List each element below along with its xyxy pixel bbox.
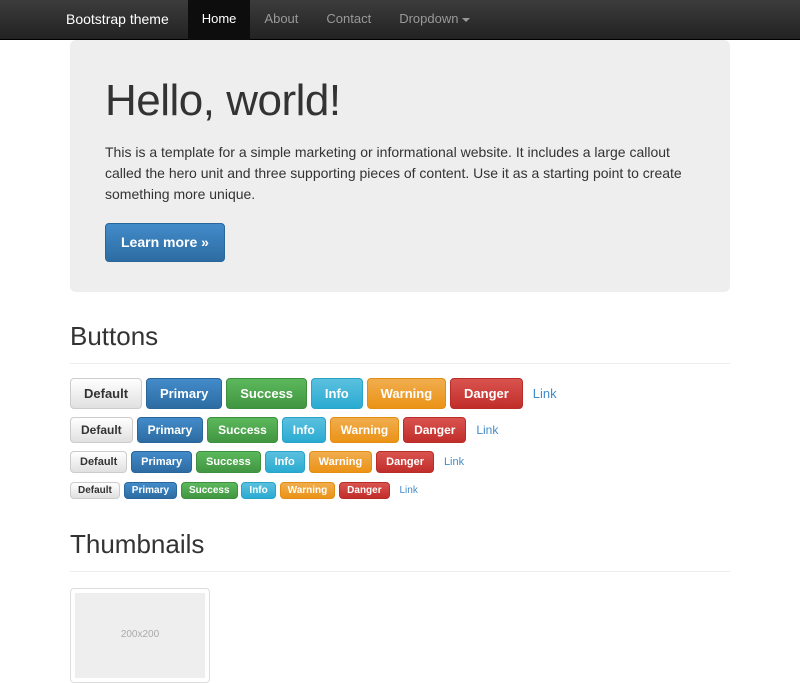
jumbotron: Hello, world! This is a template for a s…	[70, 40, 730, 292]
button-row-xs: Default Primary Success Info Warning Dan…	[70, 481, 730, 501]
buttons-heading: Buttons	[70, 318, 730, 354]
navbar-brand[interactable]: Bootstrap theme	[66, 10, 184, 30]
thumbnail[interactable]: 200x200	[70, 588, 210, 683]
buttons-header: Buttons	[70, 318, 730, 363]
btn-success-lg[interactable]: Success	[226, 378, 307, 409]
btn-success-md[interactable]: Success	[207, 417, 278, 443]
btn-link-xs[interactable]: Link	[394, 483, 425, 498]
navbar: Bootstrap theme Home About Contact Dropd…	[0, 0, 800, 40]
thumbnails-heading: Thumbnails	[70, 526, 730, 562]
btn-success-sm[interactable]: Success	[196, 451, 261, 473]
btn-warning-md[interactable]: Warning	[330, 417, 400, 443]
btn-default-sm[interactable]: Default	[70, 451, 127, 473]
nav-dropdown[interactable]: Dropdown	[385, 0, 484, 40]
caret-down-icon	[462, 18, 470, 22]
btn-primary-md[interactable]: Primary	[137, 417, 204, 443]
btn-info-lg[interactable]: Info	[311, 378, 363, 409]
btn-info-sm[interactable]: Info	[265, 451, 305, 473]
btn-warning-lg[interactable]: Warning	[367, 378, 447, 409]
nav-home[interactable]: Home	[188, 0, 251, 40]
btn-link-sm[interactable]: Link	[438, 452, 473, 472]
btn-danger-xs[interactable]: Danger	[339, 482, 389, 499]
btn-default-md[interactable]: Default	[70, 417, 133, 443]
nav-contact[interactable]: Contact	[312, 0, 385, 40]
jumbotron-text: This is a template for a simple marketin…	[105, 142, 695, 205]
btn-link-lg[interactable]: Link	[527, 379, 570, 408]
btn-success-xs[interactable]: Success	[181, 482, 238, 499]
thumbnails-header: Thumbnails	[70, 526, 730, 571]
btn-default-xs[interactable]: Default	[70, 482, 120, 499]
button-row-lg: Default Primary Success Info Warning Dan…	[70, 378, 730, 409]
btn-info-md[interactable]: Info	[282, 417, 326, 443]
btn-primary-xs[interactable]: Primary	[124, 482, 177, 499]
button-row-sm: Default Primary Success Info Warning Dan…	[70, 451, 730, 473]
btn-link-md[interactable]: Link	[470, 418, 508, 442]
button-row-md: Default Primary Success Info Warning Dan…	[70, 417, 730, 443]
jumbotron-heading: Hello, world!	[105, 70, 695, 132]
nav-dropdown-label: Dropdown	[399, 10, 458, 28]
btn-primary-sm[interactable]: Primary	[131, 451, 192, 473]
btn-primary-lg[interactable]: Primary	[146, 378, 222, 409]
btn-danger-lg[interactable]: Danger	[450, 378, 523, 409]
nav-about[interactable]: About	[250, 0, 312, 40]
btn-warning-xs[interactable]: Warning	[280, 482, 336, 499]
thumbnail-placeholder: 200x200	[75, 593, 205, 678]
btn-danger-sm[interactable]: Danger	[376, 451, 434, 473]
learn-more-button[interactable]: Learn more »	[105, 223, 225, 263]
btn-danger-md[interactable]: Danger	[403, 417, 466, 443]
btn-default-lg[interactable]: Default	[70, 378, 142, 409]
btn-warning-sm[interactable]: Warning	[309, 451, 373, 473]
btn-info-xs[interactable]: Info	[241, 482, 275, 499]
